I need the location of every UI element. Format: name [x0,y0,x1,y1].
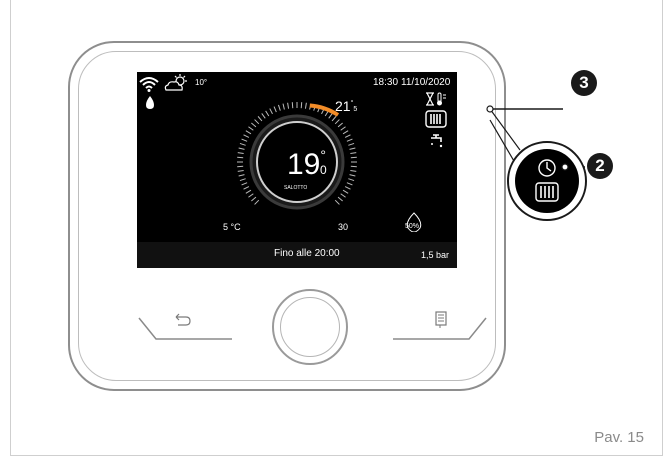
rotary-knob-ring [280,297,340,357]
hardware-buttons [138,311,487,340]
rotary-knob[interactable] [272,289,348,365]
back-button[interactable] [139,305,234,341]
figure-label: Pav. 15 [594,429,644,446]
menu-button[interactable] [392,305,487,341]
